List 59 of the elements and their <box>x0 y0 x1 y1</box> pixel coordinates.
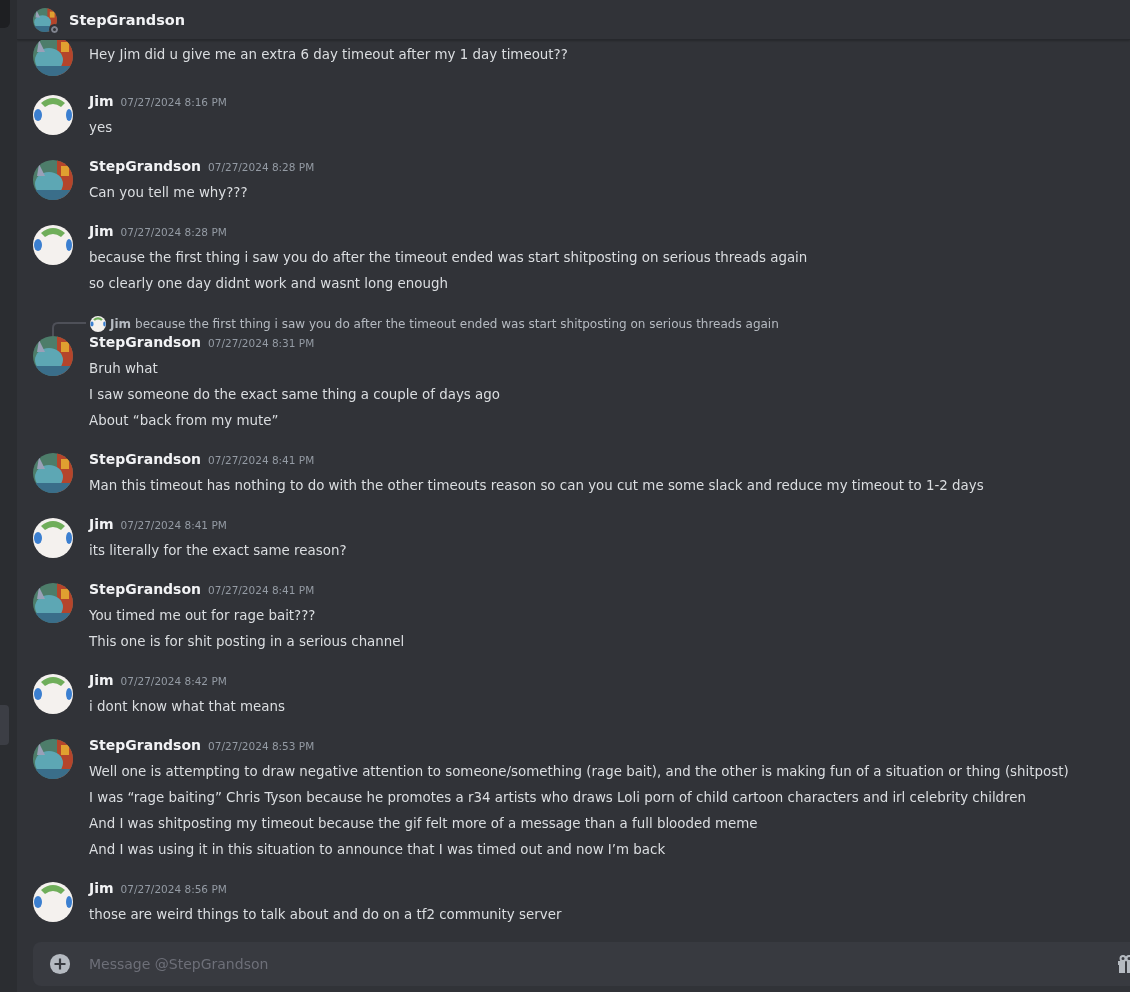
timestamp: 07/27/2024 8:28 PM <box>208 161 315 173</box>
author-name[interactable]: Jim <box>89 516 114 532</box>
timestamp: 07/27/2024 8:41 PM <box>208 584 315 596</box>
author-name[interactable]: StepGrandson <box>89 158 202 174</box>
avatar-icon <box>33 674 73 714</box>
message-text: And I was using it in this situation to announce that I was timed out and now I’m back <box>89 841 667 859</box>
timestamp: 07/27/2024 8:56 PM <box>120 883 227 895</box>
author-name[interactable]: Jim <box>89 93 114 109</box>
timestamp: 07/27/2024 8:53 PM <box>208 740 315 752</box>
author-name[interactable]: StepGrandson <box>89 737 202 753</box>
message-text: About “back from my mute” <box>89 412 280 430</box>
avatar-icon <box>33 336 73 376</box>
author-name[interactable]: Jim <box>89 880 114 896</box>
channel-title: StepGrandson <box>69 11 186 28</box>
author-name[interactable]: StepGrandson <box>89 334 202 350</box>
reply-preview[interactable]: because the first thing i saw you do after the timeout ended was start shitposting on serious threads again <box>135 317 779 331</box>
avatar-icon <box>33 739 73 779</box>
message-text: its literally for the exact same reason? <box>89 542 347 560</box>
gift-icon[interactable] <box>1116 954 1130 974</box>
plus-icon[interactable] <box>49 953 71 975</box>
avatar-icon <box>33 40 73 76</box>
message-input[interactable]: Message @StepGrandson <box>87 955 1100 973</box>
reply-author[interactable]: Jim <box>110 317 132 331</box>
message-text: Can you tell me why??? <box>89 184 249 202</box>
timestamp: 07/27/2024 8:41 PM <box>208 454 315 466</box>
avatar-icon <box>90 316 106 332</box>
message-text: This one is for shit posting in a serious channel <box>89 633 405 651</box>
message-text: I saw someone do the exact same thing a couple of days ago <box>89 386 500 404</box>
avatar-icon <box>33 225 73 265</box>
author-name[interactable]: StepGrandson <box>89 581 202 597</box>
timestamp: 07/27/2024 8:31 PM <box>208 337 315 349</box>
reply-line <box>52 322 86 336</box>
avatar-icon <box>33 7 57 32</box>
message-field[interactable]: Message @StepGrandson <box>33 942 1130 986</box>
timestamp: 07/27/2024 8:41 PM <box>120 519 227 531</box>
message-text: Man this timeout has nothing to do with the other timeouts reason so can you cut me some slack and reduce my timeout to 1-2 days <box>89 477 984 495</box>
avatar-icon <box>33 583 73 623</box>
message-text: because the first thing i saw you do after the timeout ended was start shitposting on serious threads again <box>89 249 808 267</box>
timestamp: 07/27/2024 8:28 PM <box>120 226 227 238</box>
author-name[interactable]: Jim <box>89 223 114 239</box>
avatar-icon <box>33 882 73 922</box>
avatar-icon <box>33 453 73 493</box>
message-text: those are weird things to talk about and do on a tf2 community server <box>89 906 562 924</box>
author-name[interactable]: Jim <box>89 672 114 688</box>
avatar-icon <box>33 160 73 200</box>
message-text: yes <box>89 119 114 137</box>
message-text: You timed me out for rage bait??? <box>89 607 317 625</box>
timestamp: 07/27/2024 8:16 PM <box>120 96 227 108</box>
author-name[interactable]: StepGrandson <box>89 451 202 467</box>
message-text: so clearly one day didnt work and wasnt long enough <box>89 275 449 293</box>
message-text: I was “rage baiting” Chris Tyson because he promotes a r34 artists who draws Loli porn of child cartoon characters and irl celebrity children <box>89 789 1028 807</box>
message-text: i dont know what that means <box>89 698 285 716</box>
timestamp: 07/27/2024 8:42 PM <box>120 675 227 687</box>
message-text: Bruh what <box>89 360 159 378</box>
message-text: Well one is attempting to draw negative attention to someone/something (rage bait), and the other is making fun of a situation or thing (shitpost) <box>89 763 1069 781</box>
avatar-icon <box>33 95 73 135</box>
message-text: And I was shitposting my timeout because the gif felt more of a message than a full blooded meme <box>89 815 759 833</box>
message-text: Hey Jim did u give me an extra 6 day timeout after my 1 day timeout?? <box>89 46 568 64</box>
avatar-icon <box>33 518 73 558</box>
